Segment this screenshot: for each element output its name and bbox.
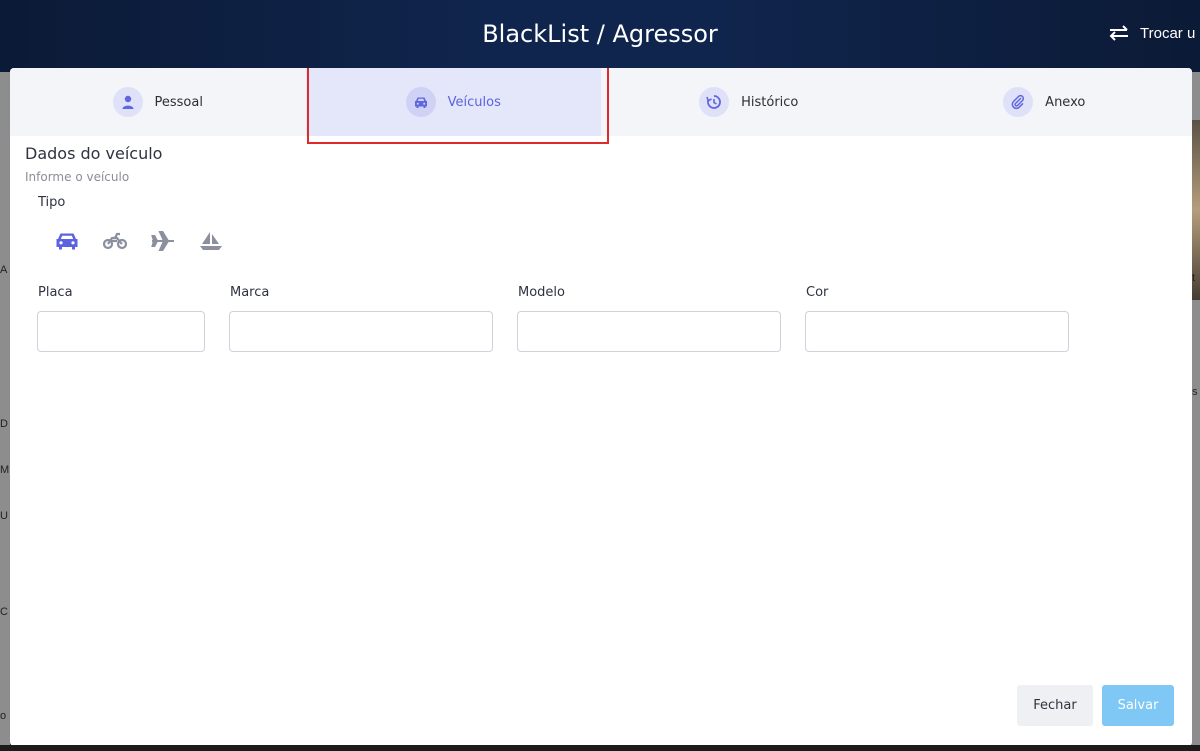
brand-input[interactable] (229, 311, 493, 352)
vehicle-type-motorcycle[interactable] (98, 226, 132, 256)
background-text-fragment: M (0, 464, 10, 476)
window-bottom-edge (0, 745, 1200, 751)
model-input[interactable] (517, 311, 781, 352)
switch-user-label: Trocar u (1140, 24, 1196, 42)
color-input[interactable] (805, 311, 1069, 352)
tab-pessoal[interactable]: Pessoal (10, 68, 306, 136)
tab-label: Pessoal (154, 94, 203, 110)
tab-label: Histórico (741, 94, 799, 110)
tab-label: Anexo (1045, 94, 1086, 110)
background-text-fragment: o (0, 710, 7, 722)
plate-label: Placa (38, 285, 73, 300)
car-icon (56, 233, 78, 250)
paperclip-icon (1003, 87, 1034, 117)
tab-veiculos[interactable]: Veículos (305, 68, 601, 136)
section-subtitle: Informe o veículo (25, 170, 130, 184)
color-label: Cor (806, 285, 829, 300)
background-text-fragment: s (1192, 386, 1198, 398)
modal-tabs: Pessoal Veículos Histórico Anexo (10, 68, 1192, 136)
vehicle-type-selector (50, 226, 228, 256)
user-icon (112, 87, 143, 117)
tab-anexo[interactable]: Anexo (897, 68, 1193, 136)
section-title: Dados do veículo (25, 144, 163, 163)
app-header: BlackList / Agressor Trocar u (0, 0, 1200, 72)
airplane-icon (151, 231, 174, 251)
background-text-fragment: A (0, 264, 8, 276)
tab-historico[interactable]: Histórico (601, 68, 897, 136)
background-text-fragment: U (0, 510, 8, 522)
vehicle-type-airplane[interactable] (146, 226, 180, 256)
background-page-left: A D M U C o (0, 72, 10, 751)
plate-input[interactable] (37, 311, 205, 352)
motorcycle-icon (102, 232, 128, 250)
page-title: BlackList / Agressor (482, 20, 718, 48)
boat-icon (200, 232, 222, 250)
close-button[interactable]: Fechar (1017, 685, 1093, 726)
swap-arrows-icon (1109, 25, 1128, 41)
vehicle-type-boat[interactable] (194, 226, 228, 256)
vehicle-type-car[interactable] (50, 226, 84, 256)
background-text-fragment: C (0, 606, 8, 618)
vehicle-modal: Pessoal Veículos Histórico Anexo Dados d… (10, 68, 1192, 746)
background-text-fragment: t (1192, 272, 1196, 284)
car-icon (405, 87, 436, 117)
history-icon (699, 87, 730, 117)
model-label: Modelo (518, 285, 565, 300)
switch-user-button[interactable]: Trocar u (1108, 24, 1195, 42)
brand-label: Marca (230, 285, 270, 300)
background-text-fragment: D (0, 418, 8, 430)
save-button[interactable]: Salvar (1102, 685, 1174, 726)
tab-label: Veículos (447, 94, 501, 110)
vehicle-type-label: Tipo (38, 195, 66, 210)
